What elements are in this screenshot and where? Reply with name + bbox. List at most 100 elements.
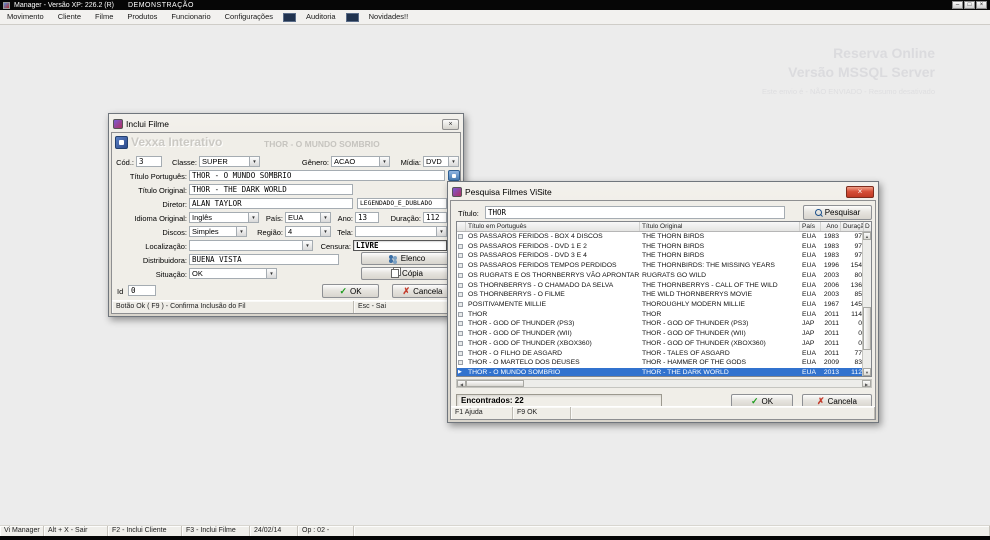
distribuidora-field[interactable]: BUENA VISTA [189, 254, 339, 265]
midia-value: DVD [426, 157, 442, 166]
titulo-lookup-button[interactable] [448, 170, 460, 181]
table-row[interactable]: THOR - GOD OF THUNDER (PS3)THOR - GOD OF… [457, 319, 871, 329]
close-icon[interactable]: × [442, 119, 459, 130]
situacao-select[interactable]: OK ▼ [189, 268, 277, 279]
table-row[interactable]: OS THORNBERRYS - O FILMETHE WILD THORNBE… [457, 290, 871, 300]
menu-item-auditoria[interactable]: Auditoria [299, 10, 343, 24]
header-distribuidora[interactable]: D [864, 222, 872, 231]
cell-orig: RUGRATS GO WILD [640, 271, 800, 281]
scroll-right-icon[interactable]: ▶ [862, 380, 871, 387]
menu-item-novidades[interactable]: Novidades!! [362, 10, 416, 24]
cod-field[interactable]: 3 [136, 156, 162, 167]
table-row[interactable]: POSITIVAMENTE MILLIETHOROUGHLY MODERN MI… [457, 300, 871, 310]
header-duracao[interactable]: Duração [841, 222, 864, 231]
scroll-track[interactable] [466, 380, 862, 387]
classe-select[interactable]: SUPER ▼ [199, 156, 260, 167]
table-row[interactable]: THOR - GOD OF THUNDER (XBOX360)THOR - GO… [457, 339, 871, 349]
id-field[interactable]: 0 [128, 285, 156, 296]
cancela-button[interactable]: ✗ Cancela [392, 284, 453, 298]
watermark-line2: Versão MSSQL Server [762, 63, 935, 82]
regiao-select[interactable]: 4 ▼ [285, 226, 331, 237]
header-titulo-original[interactable]: Título Original [640, 222, 800, 231]
menu-item-movimento[interactable]: Movimento [0, 10, 51, 24]
menu-item-cliente[interactable]: Cliente [51, 10, 88, 24]
cell-orig: THE THORN BIRDS [640, 232, 800, 242]
table-row[interactable]: ▶THOR - O MUNDO SOMBRIOTHOR - THE DARK W… [457, 368, 871, 377]
table-row[interactable]: THOR - O FILHO DE ASGARDTHOR - TALES OF … [457, 349, 871, 359]
tela-select[interactable]: ▼ [355, 226, 447, 237]
scroll-thumb[interactable] [863, 307, 871, 351]
menu-item-configuracoes[interactable]: Configurações [218, 10, 280, 24]
scroll-down-icon[interactable]: ▼ [863, 368, 871, 376]
table-row[interactable]: THOR - GOD OF THUNDER (WII)THOR - GOD OF… [457, 329, 871, 339]
diretor-field[interactable]: ALAN TAYLOR [189, 198, 353, 209]
pais-select[interactable]: EUA ▼ [285, 212, 331, 223]
header-pais[interactable]: País [800, 222, 821, 231]
header-titulo-pt[interactable]: Título em Português [466, 222, 640, 231]
film-icon [458, 273, 463, 278]
censura-field[interactable]: LIVRE [353, 240, 447, 251]
elenco-button[interactable]: Elenco [361, 252, 453, 265]
cell-pt: POSITIVAMENTE MILLIE [466, 300, 640, 310]
table-row[interactable]: OS PASSAROS FERIDOS - BOX 4 DISCOSTHE TH… [457, 232, 871, 242]
header-ano[interactable]: Ano [821, 222, 841, 231]
scroll-left-icon[interactable]: ◀ [457, 380, 466, 387]
midia-select[interactable]: DVD ▼ [423, 156, 459, 167]
table-row[interactable]: OS THORNBERRYS - O CHAMADO DA SELVATHE T… [457, 281, 871, 291]
discos-select[interactable]: Simples ▼ [189, 226, 247, 237]
duracao-field[interactable]: 112 [423, 212, 447, 223]
genero-label: Gênero: [294, 158, 329, 167]
pesquisar-button[interactable]: Pesquisar [803, 205, 872, 220]
menu-item-filme[interactable]: Filme [88, 10, 120, 24]
scroll-thumb[interactable] [466, 380, 524, 387]
audio-field[interactable]: LEGENDADO_E_DUBLADO [357, 198, 447, 209]
idioma-select[interactable]: Inglês ▼ [189, 212, 259, 223]
copia-button[interactable]: Cópia [361, 267, 453, 280]
close-icon[interactable]: × [846, 186, 874, 198]
horizontal-scrollbar[interactable]: ◀ ▶ [456, 379, 872, 388]
results-table: Título em Português Título Original País… [456, 221, 872, 377]
status-f1: F1 Ajuda [451, 407, 513, 419]
cell-ano: 2011 [821, 329, 841, 339]
row-icon [457, 339, 466, 349]
maximize-button[interactable]: □ [964, 1, 975, 9]
statusbar-operator: Op : 02 - [298, 526, 354, 536]
inclui-filme-titlebar[interactable]: Inclui Filme × [111, 116, 461, 132]
cell-pais: JAP [800, 329, 821, 339]
titulo-orig-field[interactable]: THOR - THE DARK WORLD [189, 184, 353, 195]
table-row[interactable]: THORTHOREUA2011114P [457, 310, 871, 320]
menu-badge [346, 13, 359, 22]
discos-label: Discos: [114, 228, 187, 237]
vertical-scrollbar[interactable]: ▲ ▼ [862, 232, 871, 376]
localizacao-select[interactable]: ▼ [189, 240, 313, 251]
cell-dur: 97 [841, 232, 864, 242]
table-row[interactable]: OS PASSAROS FERIDOS - DVD 3 E 4THE THORN… [457, 251, 871, 261]
scroll-track[interactable] [863, 240, 871, 368]
cell-ano: 1983 [821, 242, 841, 252]
ano-field[interactable]: 13 [355, 212, 379, 223]
cell-orig: THOROUGHLY MODERN MILLIE [640, 300, 800, 310]
titulo-search-input[interactable]: THOR [485, 206, 785, 219]
midia-label: Mídia: [393, 158, 421, 167]
minimize-button[interactable]: – [952, 1, 963, 9]
table-row[interactable]: OS RUGRATS E OS THORNBERRYS VÃO APRONTAR… [457, 271, 871, 281]
pesquisa-titlebar[interactable]: Pesquisa Filmes ViSite × [450, 184, 876, 200]
ok-button[interactable]: ✓ OK [322, 284, 379, 298]
menu-item-produtos[interactable]: Produtos [120, 10, 164, 24]
ano-label: Ano: [331, 214, 353, 223]
statusbar-filler [354, 526, 990, 536]
dialog-icon [113, 119, 123, 129]
statusbar-inclui-cliente: F2 - Inclui Cliente [108, 526, 182, 536]
people-icon [389, 255, 398, 263]
chevron-down-icon: ▼ [320, 227, 330, 236]
menu-item-funcionario[interactable]: Funcionario [164, 10, 217, 24]
titulo-pt-field[interactable]: THOR - O MUNDO SOMBRIO [189, 170, 445, 181]
cod-label: Cód.: [114, 158, 134, 167]
close-button[interactable]: × [976, 1, 987, 9]
cell-dur: 85 [841, 290, 864, 300]
table-row[interactable]: THOR - O MARTELO DOS DEUSESTHOR - HAMMER… [457, 358, 871, 368]
genero-select[interactable]: ACAO ▼ [331, 156, 390, 167]
scroll-up-icon[interactable]: ▲ [863, 232, 871, 240]
table-row[interactable]: OS PASSAROS FERIDOS TEMPOS PERDIDOSTHE T… [457, 261, 871, 271]
table-row[interactable]: OS PASSAROS FERIDOS - DVD 1 E 2THE THORN… [457, 242, 871, 252]
